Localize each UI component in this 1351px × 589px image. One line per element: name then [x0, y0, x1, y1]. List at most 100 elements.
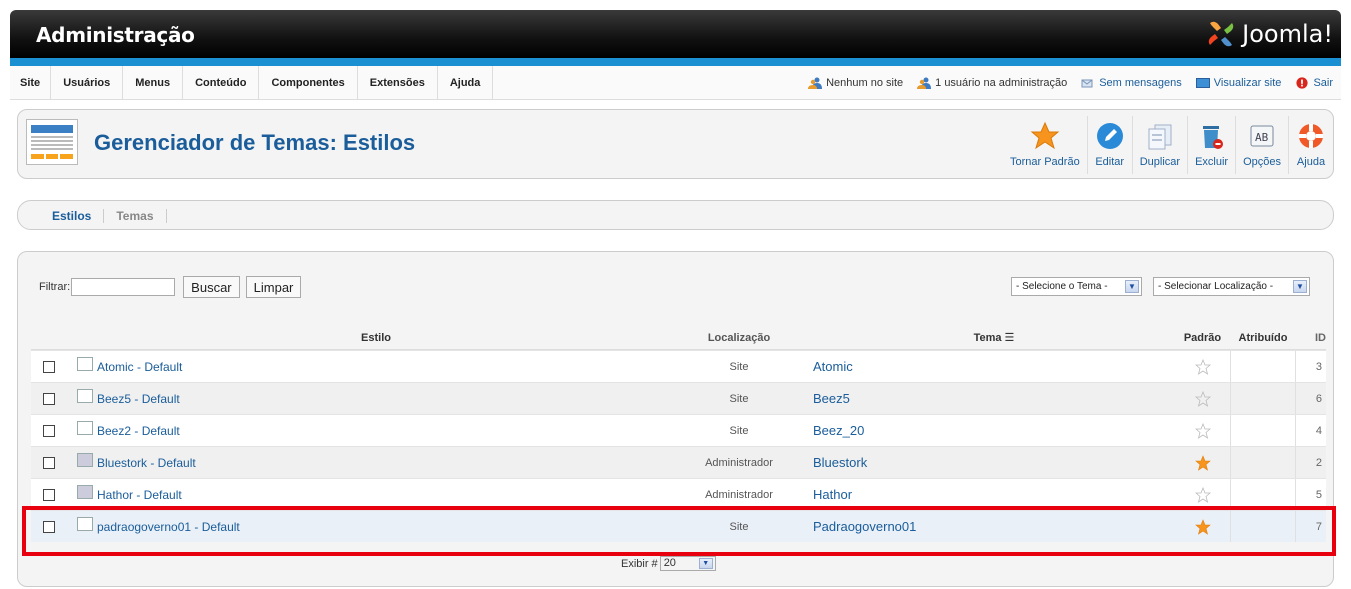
column-style[interactable]: Estilo — [67, 332, 675, 344]
row-checkbox[interactable] — [43, 456, 55, 469]
svg-text:AB: AB — [1255, 131, 1269, 144]
menu-users[interactable]: Usuários — [51, 66, 124, 100]
template-manager-icon — [26, 119, 78, 165]
row-checkbox-cell — [31, 360, 67, 373]
toolbar-box: Gerenciador de Temas: Estilos Tornar Pad… — [17, 109, 1334, 179]
duplicate-button[interactable]: Duplicar — [1133, 116, 1189, 174]
style-name-link[interactable]: Atomic - Default — [97, 360, 182, 374]
tab-templates[interactable]: Temas — [104, 209, 167, 223]
logout-link[interactable]: Sair — [1295, 77, 1333, 89]
status-site-users-label: Nenhum no site — [826, 77, 904, 89]
star-filled-icon[interactable] — [1194, 454, 1211, 471]
template-preview-icon — [77, 484, 93, 499]
list-limit-label: Exibir # — [621, 557, 658, 570]
star-empty-icon[interactable] — [1194, 422, 1211, 439]
location-cell: Administrador — [705, 488, 773, 501]
users-icon — [808, 77, 823, 89]
template-preview-icon — [77, 452, 93, 467]
make-default-label: Tornar Padrão — [1009, 156, 1080, 168]
menu-site[interactable]: Site — [10, 66, 52, 100]
id-cell: 3 — [1315, 360, 1322, 373]
menu-components[interactable]: Componentes — [259, 66, 358, 100]
joomla-logo-text: Joomla! — [1242, 20, 1333, 48]
style-name-cell: Beez2 - Default — [67, 420, 675, 438]
style-name-link[interactable]: Hathor - Default — [97, 488, 182, 502]
assigned-cell — [1230, 415, 1296, 446]
menu-content[interactable]: Conteúdo — [183, 66, 260, 100]
joomla-logo[interactable]: Joomla! — [1204, 18, 1333, 50]
clear-button[interactable]: Limpar — [245, 276, 302, 298]
list-limit-select[interactable]: 20 ▼ — [659, 556, 716, 571]
search-button[interactable]: Buscar — [183, 276, 240, 298]
template-select[interactable]: - Selecione o Tema - ▼ — [1011, 277, 1142, 296]
sort-ascending-icon: ☰ — [1004, 332, 1015, 344]
template-link[interactable]: Hathor — [803, 487, 1175, 502]
admin-header: Administração Joomla! — [10, 10, 1341, 58]
view-site-link[interactable]: Visualizar site — [1195, 77, 1281, 89]
row-checkbox[interactable] — [43, 488, 55, 501]
location-select[interactable]: - Selecionar Localização - ▼ — [1153, 277, 1310, 296]
column-default[interactable]: Padrão — [1175, 332, 1230, 344]
table-row[interactable]: Atomic - Default Site Atomic 3 — [31, 350, 1326, 382]
filter-bar: Filtrar: Buscar Limpar — [39, 276, 302, 298]
table-row[interactable]: Beez2 - Default Site Beez_20 4 — [31, 414, 1326, 446]
star-empty-icon[interactable] — [1194, 486, 1211, 503]
help-lifebuoy-icon — [1299, 124, 1323, 148]
highlight-box — [22, 506, 1336, 556]
location-select-value: - Selecionar Localização - — [1158, 281, 1274, 292]
template-link[interactable]: Bluestork — [803, 455, 1175, 470]
assigned-cell — [1230, 447, 1296, 478]
style-name-cell: Hathor - Default — [67, 484, 675, 502]
menu-menus[interactable]: Menus — [123, 66, 184, 100]
row-checkbox[interactable] — [43, 360, 55, 373]
column-template[interactable]: Tema ☰ — [803, 331, 1175, 344]
edit-label: Editar — [1095, 156, 1125, 168]
table-row[interactable]: Bluestork - Default Administrador Bluestor… — [31, 446, 1326, 478]
id-cell: 6 — [1315, 392, 1322, 405]
template-link[interactable]: Atomic — [803, 359, 1175, 374]
submenu-tabs: Estilos Temas — [17, 200, 1334, 230]
row-checkbox-cell — [31, 456, 67, 469]
filter-label: Filtrar: — [39, 281, 71, 293]
star-empty-icon[interactable] — [1194, 358, 1211, 375]
messages-link[interactable]: Sem mensagens — [1081, 77, 1182, 89]
logout-label: Sair — [1313, 77, 1333, 89]
chevron-down-icon: ▼ — [698, 558, 713, 569]
make-default-button[interactable]: Tornar Padrão — [1003, 116, 1088, 174]
row-checkbox[interactable] — [43, 424, 55, 437]
template-link[interactable]: Beez_20 — [803, 423, 1175, 438]
style-name-link[interactable]: Beez2 - Default — [97, 424, 180, 438]
template-link[interactable]: Beez5 — [803, 391, 1175, 406]
options-button[interactable]: AB Opções — [1236, 116, 1289, 174]
star-icon — [1030, 121, 1060, 150]
status-area: Nenhum no site 1 usuário na administraçã… — [808, 66, 1333, 100]
delete-button[interactable]: Excluir — [1188, 116, 1237, 174]
edit-button[interactable]: Editar — [1088, 116, 1133, 174]
trash-icon — [1202, 126, 1223, 149]
list-limit-value: 20 — [663, 557, 676, 569]
column-assigned[interactable]: Atribuído — [1230, 332, 1296, 344]
table-header: Estilo Localização Tema ☰ Padrão Atribuí… — [31, 326, 1326, 350]
chevron-down-icon: ▼ — [1293, 280, 1307, 293]
column-location[interactable]: Localização — [675, 332, 803, 344]
style-name-link[interactable]: Bluestork - Default — [97, 456, 196, 470]
toolbar-buttons: Tornar Padrão Editar Duplicar Excluir AB… — [1003, 116, 1333, 176]
messages-label: Sem mensagens — [1099, 77, 1182, 89]
tab-styles[interactable]: Estilos — [40, 209, 105, 223]
filter-search-input[interactable] — [71, 278, 176, 296]
table-row[interactable]: Beez5 - Default Site Beez5 6 — [31, 382, 1326, 414]
style-name-link[interactable]: Beez5 - Default — [97, 392, 180, 406]
options-label: Opções — [1243, 156, 1281, 168]
copy-icon — [1148, 124, 1172, 150]
location-cell: Administrador — [705, 456, 773, 469]
style-name-cell: Bluestork - Default — [67, 452, 675, 470]
star-empty-icon[interactable] — [1194, 390, 1211, 407]
column-id[interactable]: ID — [1296, 332, 1326, 344]
menu-help[interactable]: Ajuda — [438, 66, 494, 100]
row-checkbox[interactable] — [43, 392, 55, 405]
list-limit: Exibir # 20 ▼ — [621, 556, 716, 571]
help-button[interactable]: Ajuda — [1289, 116, 1333, 174]
menu-extensions[interactable]: Extensões — [358, 66, 438, 100]
users-icon — [917, 77, 932, 89]
delete-label: Excluir — [1195, 156, 1229, 168]
